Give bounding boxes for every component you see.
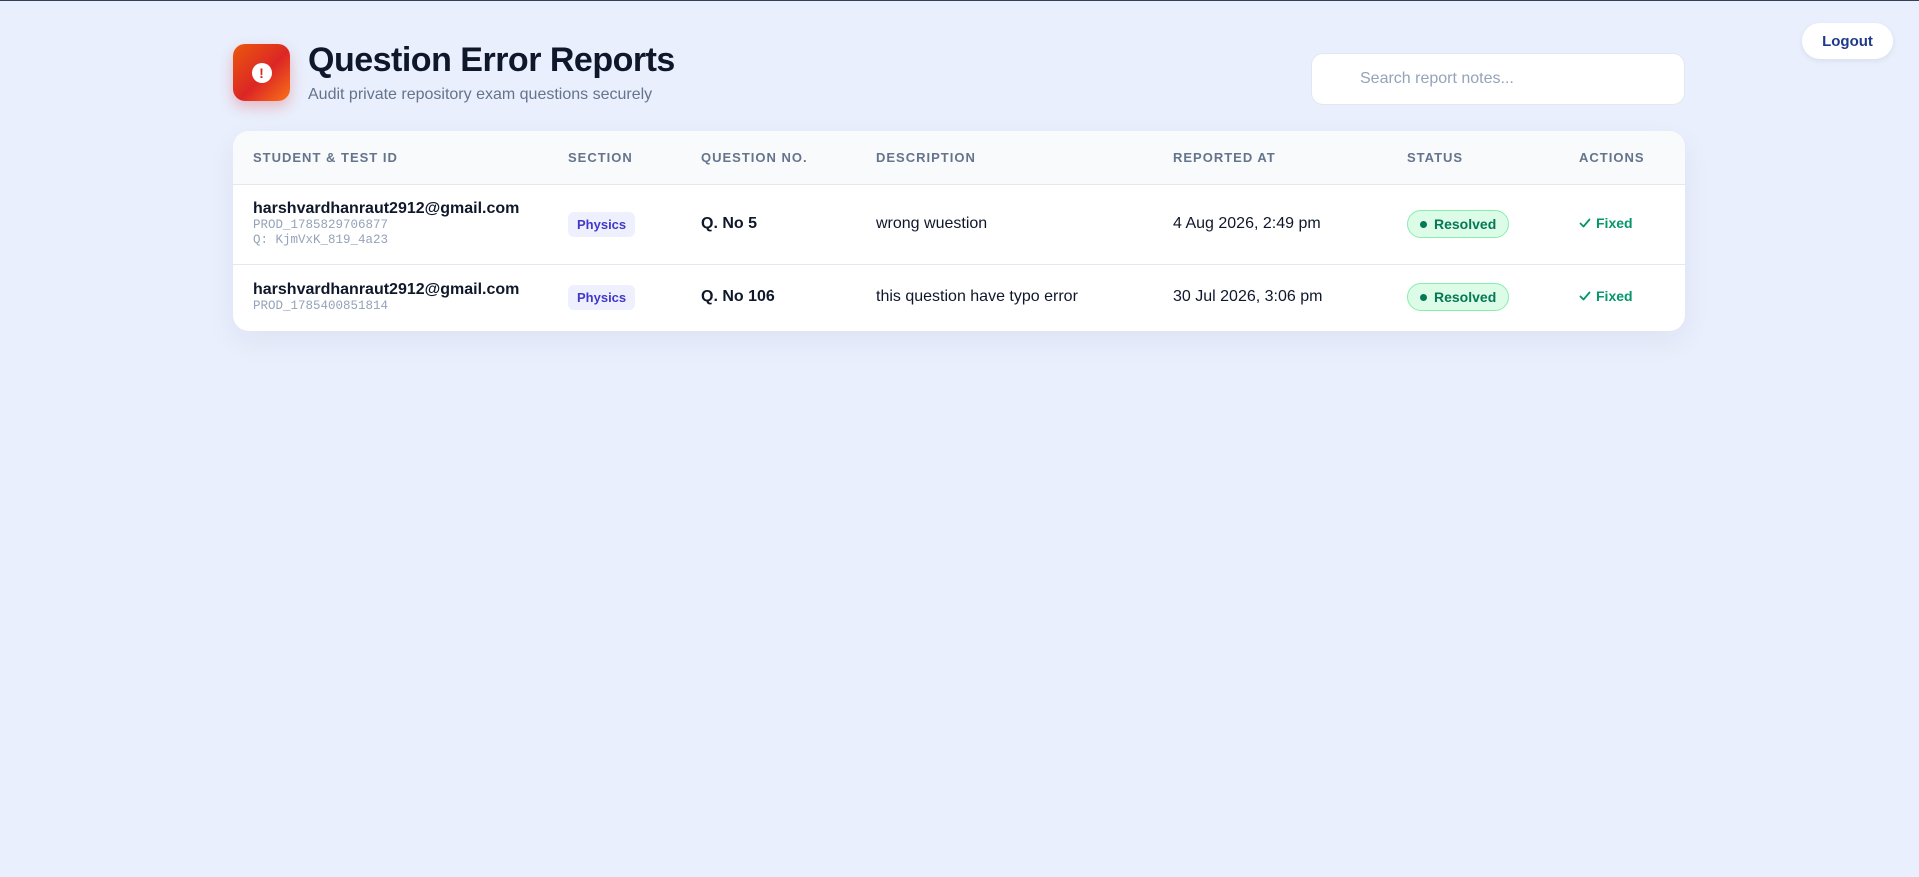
question-number: Q. No 106	[701, 288, 775, 306]
status-cell: Resolved	[1387, 184, 1559, 264]
test-id: PROD_1785829706877	[253, 218, 389, 232]
reported-at-cell: 4 Aug 2026, 2:49 pm	[1173, 215, 1321, 232]
column-header-status: Status	[1407, 149, 1464, 165]
reports-table-card: Student & Test ID Section Question No. D…	[233, 131, 1685, 331]
status-badge: Resolved	[1407, 283, 1510, 312]
reported-at-cell: 30 Jul 2026, 3:06 pm	[1173, 288, 1323, 306]
student-cell: harshvardhanraut2912@gmail.com PROD_1785…	[233, 184, 548, 264]
actions-cell: Fixed	[1559, 184, 1685, 264]
reports-table: Student & Test ID Section Question No. D…	[233, 131, 1685, 330]
description-cell: wrong wuestion	[876, 215, 988, 232]
status-label: Resolved	[1434, 216, 1497, 232]
action-label: Fixed	[1596, 214, 1633, 231]
section-cell: Physics	[548, 264, 681, 330]
table-header-row: Student & Test ID Section Question No. D…	[233, 131, 1685, 184]
status-dot-icon	[1420, 220, 1427, 228]
table-row: harshvardhanraut2912@gmail.com PROD_1785…	[233, 184, 1685, 264]
fixed-action: Fixed	[1579, 215, 1633, 231]
status-dot-icon	[1420, 293, 1427, 301]
student-email: harshvardhanraut2912@gmail.com	[253, 200, 520, 217]
description-cell: this question have typo error	[876, 288, 1078, 306]
student-email: harshvardhanraut2912@gmail.com	[253, 280, 520, 298]
status-label: Resolved	[1434, 289, 1497, 306]
column-header-reported-at: Reported At	[1173, 149, 1276, 165]
page-container: ! Question Error Reports Audit private r…	[233, 1, 1685, 331]
column-header-section: Section	[568, 149, 633, 165]
actions-cell: Fixed	[1559, 264, 1685, 330]
column-header-question-no: Question No.	[701, 149, 808, 165]
page-header: ! Question Error Reports Audit private r…	[233, 1, 1685, 131]
question-no-cell: Q. No 5	[681, 184, 856, 264]
check-icon	[1579, 291, 1591, 301]
column-header-student: Student & Test ID	[253, 149, 398, 165]
search-box[interactable]	[1311, 53, 1685, 105]
logout-button[interactable]: Logout	[1802, 23, 1893, 59]
test-id: PROD_1785400851814	[253, 298, 389, 313]
column-header-description: Description	[876, 149, 976, 165]
section-cell: Physics	[548, 184, 681, 264]
search-input[interactable]	[1360, 70, 1660, 88]
question-no-cell: Q. No 106	[681, 264, 856, 330]
question-number: Q. No 5	[701, 215, 758, 232]
question-id: Q: KjmVxK_819_4a23	[253, 233, 389, 247]
section-badge: Physics	[568, 284, 636, 310]
action-label: Fixed	[1596, 287, 1633, 304]
fixed-action: Fixed	[1579, 288, 1633, 304]
page-title: Question Error Reports	[308, 41, 675, 79]
student-cell: harshvardhanraut2912@gmail.com PROD_1785…	[233, 264, 548, 330]
status-badge: Resolved	[1407, 210, 1510, 238]
check-icon	[1579, 218, 1591, 227]
table-row: harshvardhanraut2912@gmail.com PROD_1785…	[233, 264, 1685, 330]
alert-circle-icon: !	[251, 62, 272, 83]
section-badge: Physics	[568, 211, 636, 237]
report-logo: !	[233, 44, 290, 101]
page-subtitle: Audit private repository exam questions …	[308, 86, 653, 103]
column-header-actions: Actions	[1579, 149, 1645, 165]
status-cell: Resolved	[1387, 264, 1559, 330]
